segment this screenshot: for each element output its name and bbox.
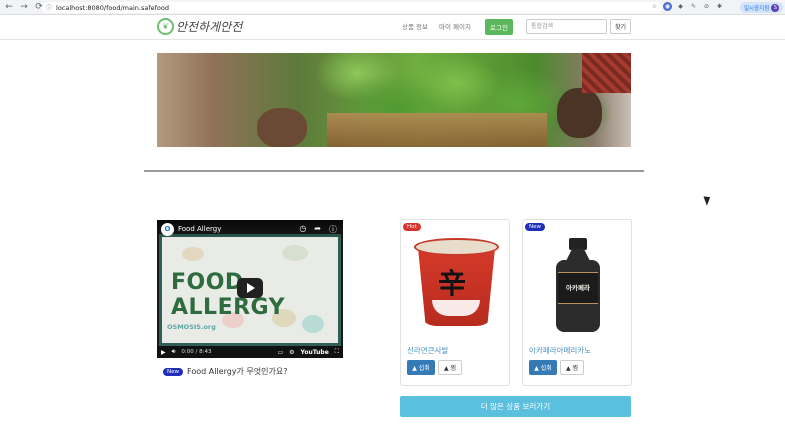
wishlist-button[interactable]: ▲ 찜 [560,360,584,375]
info-icon[interactable]: ⓘ [329,224,337,235]
product-name[interactable]: 아카페라아메리카노 [529,345,591,356]
watch-later-icon[interactable]: ◷ [299,224,306,235]
youtube-logo[interactable]: YouTube [301,349,329,356]
ramen-logo-glyph: 辛 [438,267,467,300]
play-button[interactable] [237,278,263,298]
product-card[interactable]: New 아카페라 아카페라아메리카노 ▲ 섭취 ▲ 찜 [522,219,632,386]
avatar: S [771,3,780,12]
food-illustration [182,247,204,261]
bottle-label-text: 아카페라 [566,284,590,292]
video-top-icons: ◷ ➦ ⓘ [299,224,337,235]
video-time: 0:00 / 8:43 [181,349,212,355]
product-card[interactable]: Hot 辛 신라면큰사발 ▲ 섭취 ▲ 찜 [400,219,510,386]
star-icon[interactable]: ☆ [650,2,659,11]
pause-label: 일시중지됨 [744,5,770,12]
extensions-puzzle-icon[interactable]: ✱ [715,2,724,11]
wishlist-button[interactable]: ▲ 찜 [438,360,462,375]
volume-icon[interactable]: 🔊︎ [172,348,176,356]
extension-icon[interactable]: ⊘ [702,2,711,11]
more-products-button[interactable]: 더 많은 상품 보러가기 [400,396,631,417]
captions-icon[interactable]: ▭ [277,349,283,356]
info-icon[interactable]: ⓘ [46,3,52,12]
hand-shape [557,88,602,138]
food-illustration [282,245,308,261]
new-badge: New [163,367,183,376]
product-image-ramen[interactable]: 辛 [414,238,499,328]
browser-toolbar: ← → ⟳ ⓘ localhost:8080/food/main.safefoo… [0,0,785,15]
fullscreen-icon[interactable]: ⛶ [335,348,339,356]
video-caption: New Food Allergy가 무엇인가요? [163,366,287,377]
extension-icon[interactable]: ✎ [689,2,698,11]
address-bar[interactable]: ⓘ localhost:8080/food/main.safefood [42,2,662,13]
video-caption-text[interactable]: Food Allergy가 무엇인가요? [187,366,287,377]
login-button[interactable]: 로그인 [485,19,513,35]
product-name[interactable]: 신라면큰사발 [407,345,448,356]
nav-my-page[interactable]: 마이 페이지 [439,21,471,31]
sleeve-shape [582,53,631,93]
site-logo[interactable]: ❦ 안전하게안전 [157,18,242,35]
extension-icon[interactable]: ◉ [663,2,672,11]
crate-shape [327,113,547,147]
leaf-logo-icon: ❦ [157,18,174,35]
lid-shape [414,238,499,256]
video-player[interactable]: O Food Allergy ◷ ➦ ⓘ FOOD ALLERGY OSMOSI… [157,220,343,358]
settings-gear-icon[interactable]: ⚙ [289,349,294,356]
url-text: localhost:8080/food/main.safefood [56,3,170,12]
main-nav: 상품 정보 마이 페이지 [402,21,471,31]
share-icon[interactable]: ➦ [314,224,321,235]
intake-button[interactable]: ▲ 섭취 [407,360,435,375]
profile-chip[interactable]: 일시중지됨 S [740,2,784,13]
site-header: ❦ 안전하게안전 상품 정보 마이 페이지 로그인 찾기 [0,15,785,40]
mouse-cursor-icon [703,194,713,206]
hand-shape [257,108,307,147]
bottle-cap-shape [569,238,587,250]
channel-icon[interactable]: O [161,222,174,236]
play-icon [247,283,255,293]
logo-text: 안전하게안전 [176,20,243,34]
video-title[interactable]: Food Allergy [178,225,221,233]
search-input[interactable] [526,19,607,34]
hero-banner-image [157,53,631,147]
nav-product-info[interactable]: 상품 정보 [402,21,428,31]
search-button[interactable]: 찾기 [610,19,631,34]
play-small-icon[interactable]: ▶ [161,349,166,356]
intake-button[interactable]: ▲ 섭취 [529,360,557,375]
product-image-coffee[interactable]: 아카페라 [556,238,600,332]
back-icon[interactable]: ← [3,1,15,13]
hot-badge: Hot [403,223,421,231]
section-divider [144,170,644,172]
extension-icon[interactable]: ◆ [676,2,685,11]
video-controls: ▶ 🔊︎ 0:00 / 8:43 ▭ ⚙ YouTube ⛶ [157,346,343,358]
new-badge: New [525,223,545,231]
video-brand: OSMOSIS.org [167,323,216,331]
forward-icon[interactable]: → [18,1,30,13]
extension-icons: ☆ ◉ ◆ ✎ ⊘ ✱ [650,2,724,11]
